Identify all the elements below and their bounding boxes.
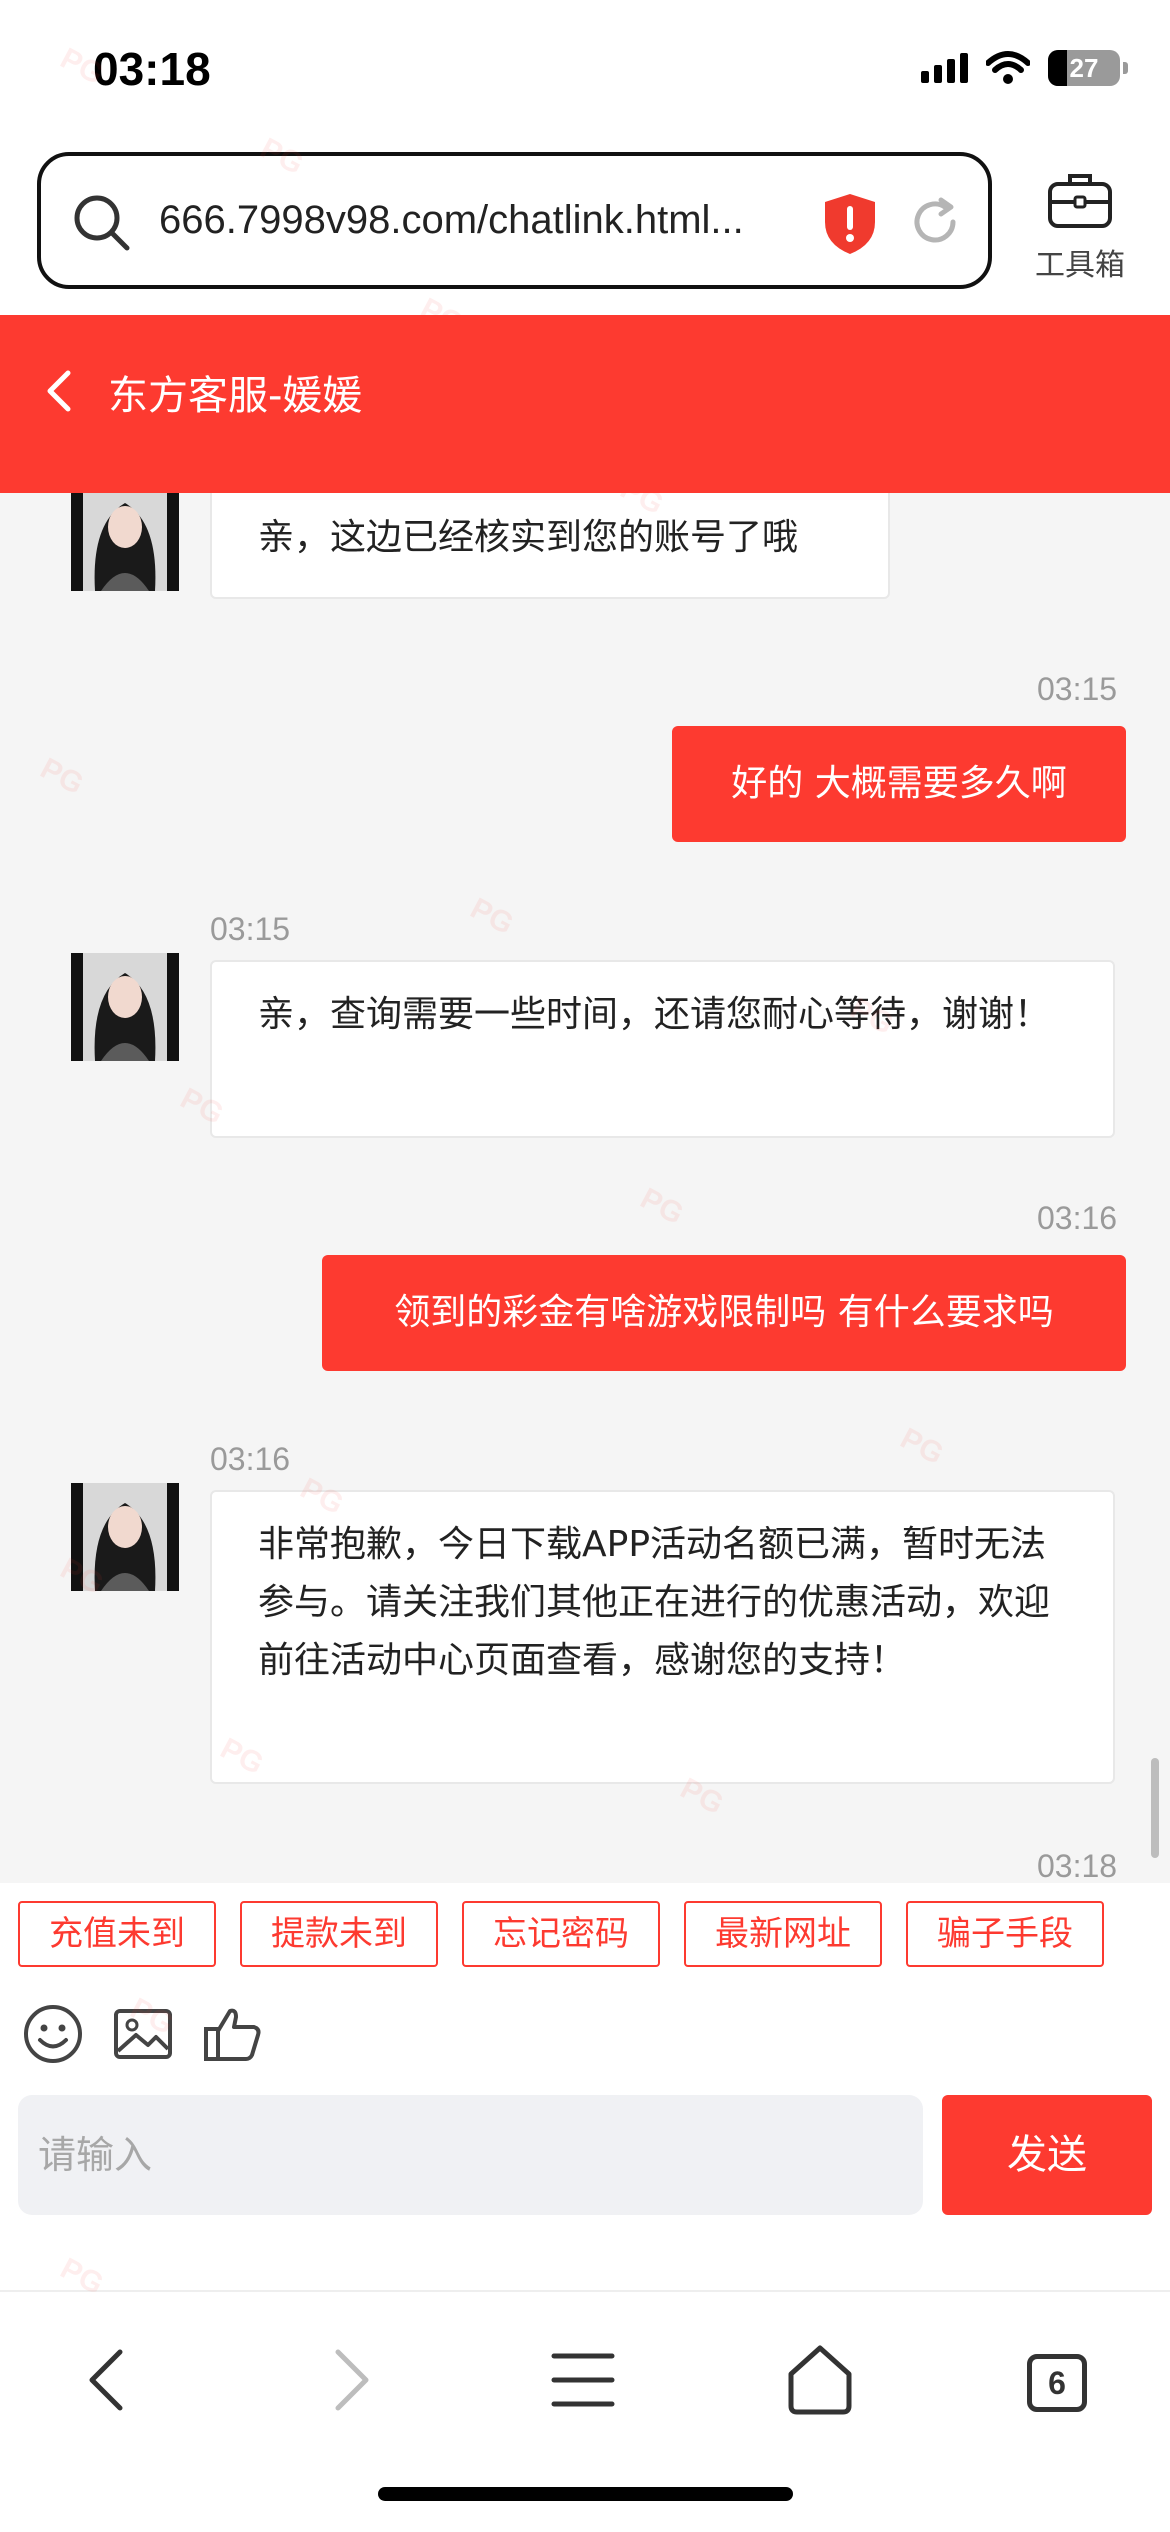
avatar [71, 1483, 179, 1591]
menu-icon[interactable] [550, 2340, 616, 2420]
message-input-row: 发送 [0, 2085, 1170, 2290]
quick-reply-latest-url[interactable]: 最新网址 [684, 1901, 882, 1967]
home-indicator [378, 2487, 793, 2501]
thumbs-up-icon[interactable] [202, 2003, 264, 2065]
quick-reply-withdraw-missing[interactable]: 提款未到 [240, 1901, 438, 1967]
toolbox-icon [1048, 174, 1112, 228]
back-chevron-icon[interactable] [42, 367, 74, 415]
wifi-icon [986, 51, 1030, 84]
image-icon[interactable] [112, 2003, 174, 2065]
toolbox-label: 工具箱 [1035, 248, 1125, 283]
forward-icon[interactable] [322, 2340, 382, 2420]
quick-reply-forgot-password[interactable]: 忘记密码 [462, 1901, 660, 1967]
home-icon[interactable] [785, 2340, 855, 2420]
message-bubble: 亲，查询需要一些时间，还请您耐心等待，谢谢！ [210, 960, 1115, 1138]
back-icon[interactable] [76, 2340, 136, 2420]
tabs-count: 6 [1048, 2365, 1066, 2401]
toolbox-button[interactable]: 工具箱 [1025, 170, 1135, 284]
message-timestamp: 03:15 [1037, 671, 1118, 707]
message-bubble-user: 领到的彩金有啥游戏限制吗 有什么要求吗 [322, 1255, 1126, 1371]
url-text[interactable]: 666.7998v98.com/chatlink.html... [159, 198, 744, 243]
cellular-signal-icon [921, 53, 968, 83]
message-timestamp: 03:15 [210, 911, 291, 947]
chat-scrollbar[interactable] [1151, 1758, 1159, 1858]
message-timestamp: 03:16 [1037, 1200, 1118, 1236]
quick-reply-bar: 充值未到 提款未到 忘记密码 最新网址 骗子手段 [0, 1883, 1170, 1973]
chat-messages[interactable]: 亲，这边已经核实到您的账号了哦 03:15 好的 大概需要多久啊 03:15 亲… [0, 493, 1170, 1883]
chat-title: 东方客服-媛媛 [108, 373, 363, 419]
quick-reply-recharge-missing[interactable]: 充值未到 [18, 1901, 216, 1967]
send-button[interactable]: 发送 [942, 2095, 1152, 2215]
tabs-button[interactable]: 6 [1027, 2354, 1087, 2412]
emoji-icon[interactable] [22, 2003, 84, 2065]
status-time: 03:18 [93, 43, 211, 95]
avatar [71, 493, 179, 591]
avatar [71, 953, 179, 1061]
message-bubble-user: 好的 大概需要多久啊 [672, 726, 1126, 842]
address-bar[interactable]: 666.7998v98.com/chatlink.html... [37, 152, 992, 289]
chat-header: 东方客服-媛媛 [0, 315, 1170, 493]
quick-reply-scam-tactics[interactable]: 骗子手段 [906, 1901, 1104, 1967]
battery-icon: 27 [1048, 50, 1128, 86]
status-icons: 27 [921, 50, 1128, 86]
battery-level: 27 [1069, 53, 1099, 83]
message-timestamp: 03:16 [210, 1441, 291, 1477]
input-tools [0, 1973, 1170, 2085]
search-icon [74, 195, 130, 251]
status-bar: 03:18 27 [0, 0, 1170, 150]
message-bubble: 非常抱歉，今日下载APP活动名额已满，暂时无法参与。请关注我们其他正在进行的优惠… [210, 1490, 1115, 1784]
message-bubble: 亲，这边已经核实到您的账号了哦 [210, 493, 890, 599]
message-timestamp: 03:18 [1037, 1848, 1118, 1883]
message-input[interactable] [18, 2095, 923, 2215]
reload-icon[interactable] [907, 194, 963, 250]
security-shield-icon[interactable] [823, 192, 877, 256]
